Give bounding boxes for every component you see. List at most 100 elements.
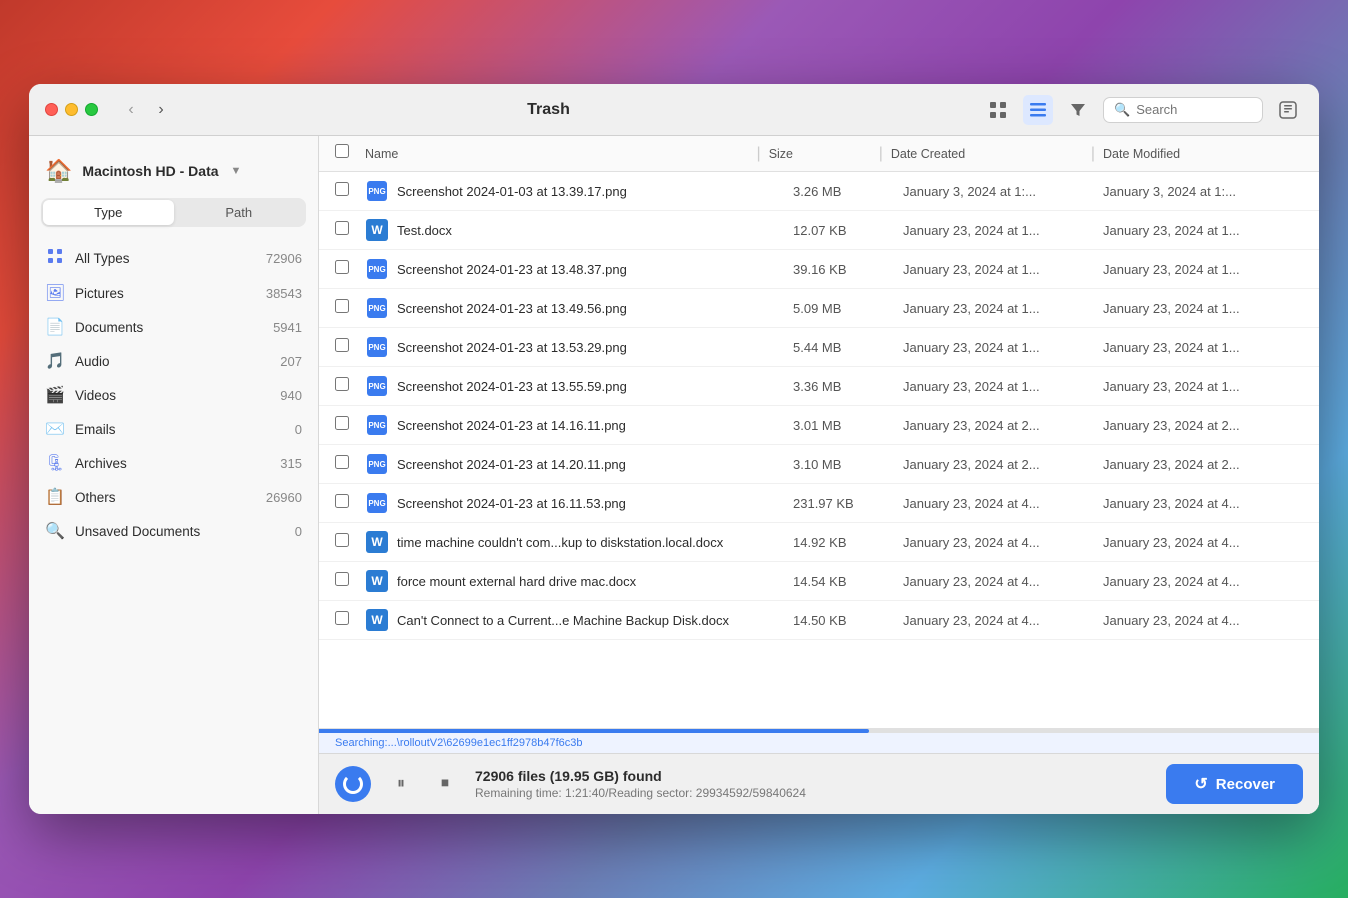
sidebar-item-count: 0: [295, 524, 302, 539]
pause-button[interactable]: ⏸: [387, 770, 415, 798]
file-size: 3.36 MB: [793, 379, 903, 394]
sidebar-items: All Types 72906 🖼 Pictures 38543 📄 Docum…: [29, 241, 318, 798]
row-checkbox[interactable]: [335, 533, 365, 552]
row-checkbox[interactable]: [335, 260, 365, 279]
col-size-header: Size: [769, 147, 879, 161]
file-date-created: January 23, 2024 at 4...: [903, 613, 1103, 628]
docx-icon: W: [366, 570, 388, 592]
select-all-checkbox[interactable]: [335, 144, 365, 163]
row-checkbox[interactable]: [335, 299, 365, 318]
tab-path[interactable]: Path: [174, 200, 305, 225]
file-name: Screenshot 2024-01-23 at 14.16.11.png: [397, 418, 793, 433]
archive-icon: 🗜: [45, 453, 65, 473]
file-type-icon: W: [365, 569, 389, 593]
file-type-icon: PNG: [365, 491, 389, 515]
file-type-icon: W: [365, 530, 389, 554]
sidebar-item-all-types[interactable]: All Types 72906: [29, 241, 318, 276]
row-checkbox[interactable]: [335, 377, 365, 396]
file-size: 14.54 KB: [793, 574, 903, 589]
traffic-lights: [45, 103, 98, 116]
sidebar-item-pictures[interactable]: 🖼 Pictures 38543: [29, 276, 318, 310]
row-checkbox[interactable]: [335, 611, 365, 630]
file-date-modified: January 23, 2024 at 4...: [1103, 574, 1303, 589]
sidebar-item-label: Unsaved Documents: [75, 524, 285, 539]
file-size: 3.26 MB: [793, 184, 903, 199]
file-name: Screenshot 2024-01-23 at 13.49.56.png: [397, 301, 793, 316]
tab-type[interactable]: Type: [43, 200, 174, 225]
fullscreen-button[interactable]: [85, 103, 98, 116]
file-type-icon: PNG: [365, 413, 389, 437]
footer: ⏸ ⏹ 72906 files (19.95 GB) found Remaini…: [319, 753, 1319, 814]
table-row: W time machine couldn't com...kup to dis…: [319, 523, 1319, 562]
row-checkbox[interactable]: [335, 494, 365, 513]
progress-path: Searching:...\rolloutV2\62699e1ec1ff2978…: [319, 733, 1319, 753]
search-input[interactable]: [1136, 102, 1252, 117]
png-icon: PNG: [367, 181, 387, 201]
row-checkbox[interactable]: [335, 221, 365, 240]
sidebar-item-others[interactable]: 📋 Others 26960: [29, 480, 318, 514]
toolbar-right: 🔍: [983, 95, 1303, 125]
sidebar-item-label: Videos: [75, 388, 270, 403]
docx-icon: W: [366, 219, 388, 241]
file-date-modified: January 23, 2024 at 1...: [1103, 340, 1303, 355]
file-size: 5.09 MB: [793, 301, 903, 316]
progress-area: Searching:...\rolloutV2\62699e1ec1ff2978…: [319, 728, 1319, 753]
file-name: Screenshot 2024-01-23 at 13.55.59.png: [397, 379, 793, 394]
progress-bar-container: [319, 729, 1319, 733]
sidebar-item-audio[interactable]: 🎵 Audio 207: [29, 344, 318, 378]
file-date-created: January 23, 2024 at 1...: [903, 379, 1103, 394]
file-size: 231.97 KB: [793, 496, 903, 511]
picture-icon: 🖼: [45, 283, 65, 303]
list-view-button[interactable]: [1023, 95, 1053, 125]
file-name: Screenshot 2024-01-23 at 14.20.11.png: [397, 457, 793, 472]
sidebar-item-label: Archives: [75, 456, 270, 471]
file-name: Screenshot 2024-01-03 at 13.39.17.png: [397, 184, 793, 199]
email-icon: ✉️: [45, 419, 65, 439]
sidebar-item-documents[interactable]: 📄 Documents 5941: [29, 310, 318, 344]
png-icon: PNG: [367, 259, 387, 279]
minimize-button[interactable]: [65, 103, 78, 116]
file-date-created: January 23, 2024 at 1...: [903, 262, 1103, 277]
divider-2: |: [879, 145, 883, 163]
table-row: PNG Screenshot 2024-01-23 at 14.20.11.pn…: [319, 445, 1319, 484]
png-icon: PNG: [367, 415, 387, 435]
row-checkbox[interactable]: [335, 182, 365, 201]
sidebar-item-archives[interactable]: 🗜 Archives 315: [29, 446, 318, 480]
file-date-created: January 23, 2024 at 2...: [903, 418, 1103, 433]
file-date-modified: January 23, 2024 at 1...: [1103, 223, 1303, 238]
grid-view-button[interactable]: [983, 95, 1013, 125]
device-name: Macintosh HD - Data: [82, 163, 218, 179]
file-list: PNG Screenshot 2024-01-03 at 13.39.17.pn…: [319, 172, 1319, 728]
row-checkbox[interactable]: [335, 455, 365, 474]
file-type-icon: PNG: [365, 179, 389, 203]
sidebar-item-count: 5941: [273, 320, 302, 335]
row-checkbox[interactable]: [335, 572, 365, 591]
png-icon: PNG: [367, 454, 387, 474]
sidebar-item-unsaved-documents[interactable]: 🔍 Unsaved Documents 0: [29, 514, 318, 548]
sidebar: 🏠 Macintosh HD - Data ▼ Type Path: [29, 136, 319, 814]
sidebar-item-count: 0: [295, 422, 302, 437]
col-date-created-header: Date Created: [891, 147, 1091, 161]
sidebar-item-videos[interactable]: 🎬 Videos 940: [29, 378, 318, 412]
file-size: 14.50 KB: [793, 613, 903, 628]
info-button[interactable]: [1273, 95, 1303, 125]
file-date-modified: January 23, 2024 at 1...: [1103, 379, 1303, 394]
table-row: PNG Screenshot 2024-01-03 at 13.39.17.pn…: [319, 172, 1319, 211]
filter-button[interactable]: [1063, 95, 1093, 125]
table-row: PNG Screenshot 2024-01-23 at 13.48.37.pn…: [319, 250, 1319, 289]
close-button[interactable]: [45, 103, 58, 116]
stop-button[interactable]: ⏹: [431, 770, 459, 798]
sidebar-item-emails[interactable]: ✉️ Emails 0: [29, 412, 318, 446]
file-date-modified: January 23, 2024 at 1...: [1103, 301, 1303, 316]
sidebar-device[interactable]: 🏠 Macintosh HD - Data ▼: [29, 152, 318, 198]
row-checkbox[interactable]: [335, 338, 365, 357]
file-type-icon: PNG: [365, 335, 389, 359]
file-name: Screenshot 2024-01-23 at 13.53.29.png: [397, 340, 793, 355]
table-row: W force mount external hard drive mac.do…: [319, 562, 1319, 601]
row-checkbox[interactable]: [335, 416, 365, 435]
recover-button[interactable]: ↺ Recover: [1166, 764, 1303, 804]
file-name: Screenshot 2024-01-23 at 13.48.37.png: [397, 262, 793, 277]
file-name: time machine couldn't com...kup to disks…: [397, 535, 793, 550]
table-row: W Can't Connect to a Current...e Machine…: [319, 601, 1319, 640]
file-date-created: January 23, 2024 at 4...: [903, 574, 1103, 589]
